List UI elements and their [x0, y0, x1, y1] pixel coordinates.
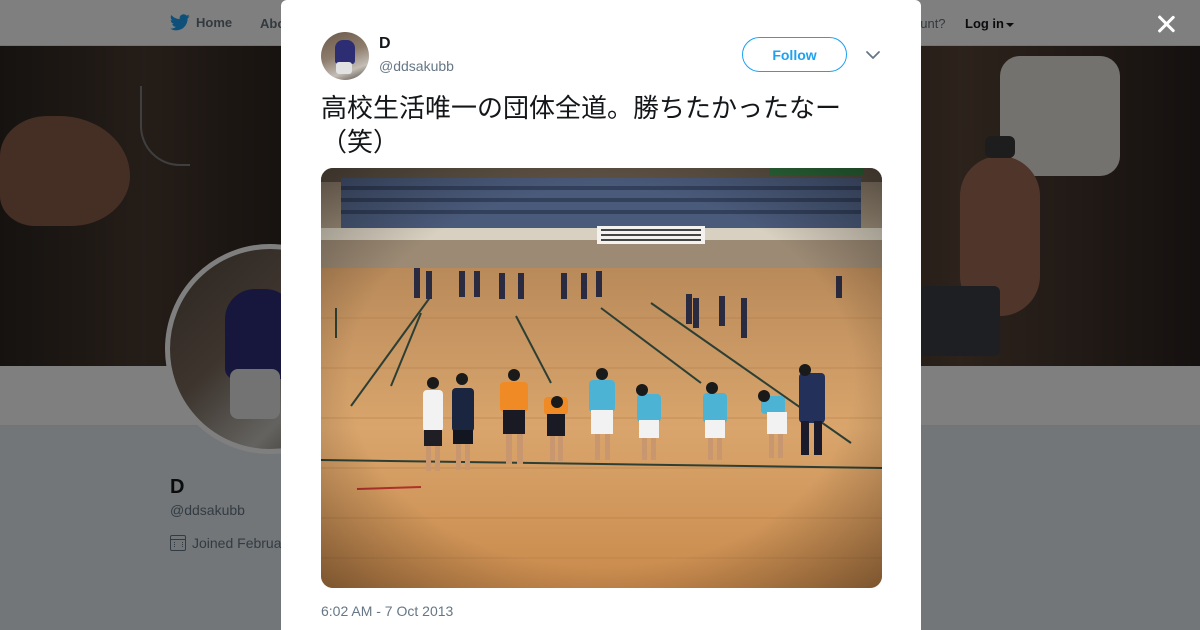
tweet-text: 高校生活唯一の団体全道。勝ちたかったなー（笑）	[321, 94, 842, 158]
tweet-timestamp[interactable]: 6:02 AM - 7 Oct 2013	[321, 603, 453, 619]
gymnasium-photo	[321, 168, 882, 588]
close-icon[interactable]	[1152, 10, 1180, 38]
tweet-photo[interactable]	[321, 168, 882, 588]
follow-button[interactable]: Follow	[742, 37, 847, 72]
chevron-down-icon[interactable]	[865, 47, 881, 63]
tweet-author-handle[interactable]: @ddsakubb	[379, 58, 454, 74]
tweet-author-name[interactable]: D	[379, 35, 391, 53]
tweet-author-avatar[interactable]	[321, 32, 369, 80]
tweet-modal: D @ddsakubb Follow 高校生活唯一の団体全道。勝ちたかったなー（…	[281, 0, 921, 630]
